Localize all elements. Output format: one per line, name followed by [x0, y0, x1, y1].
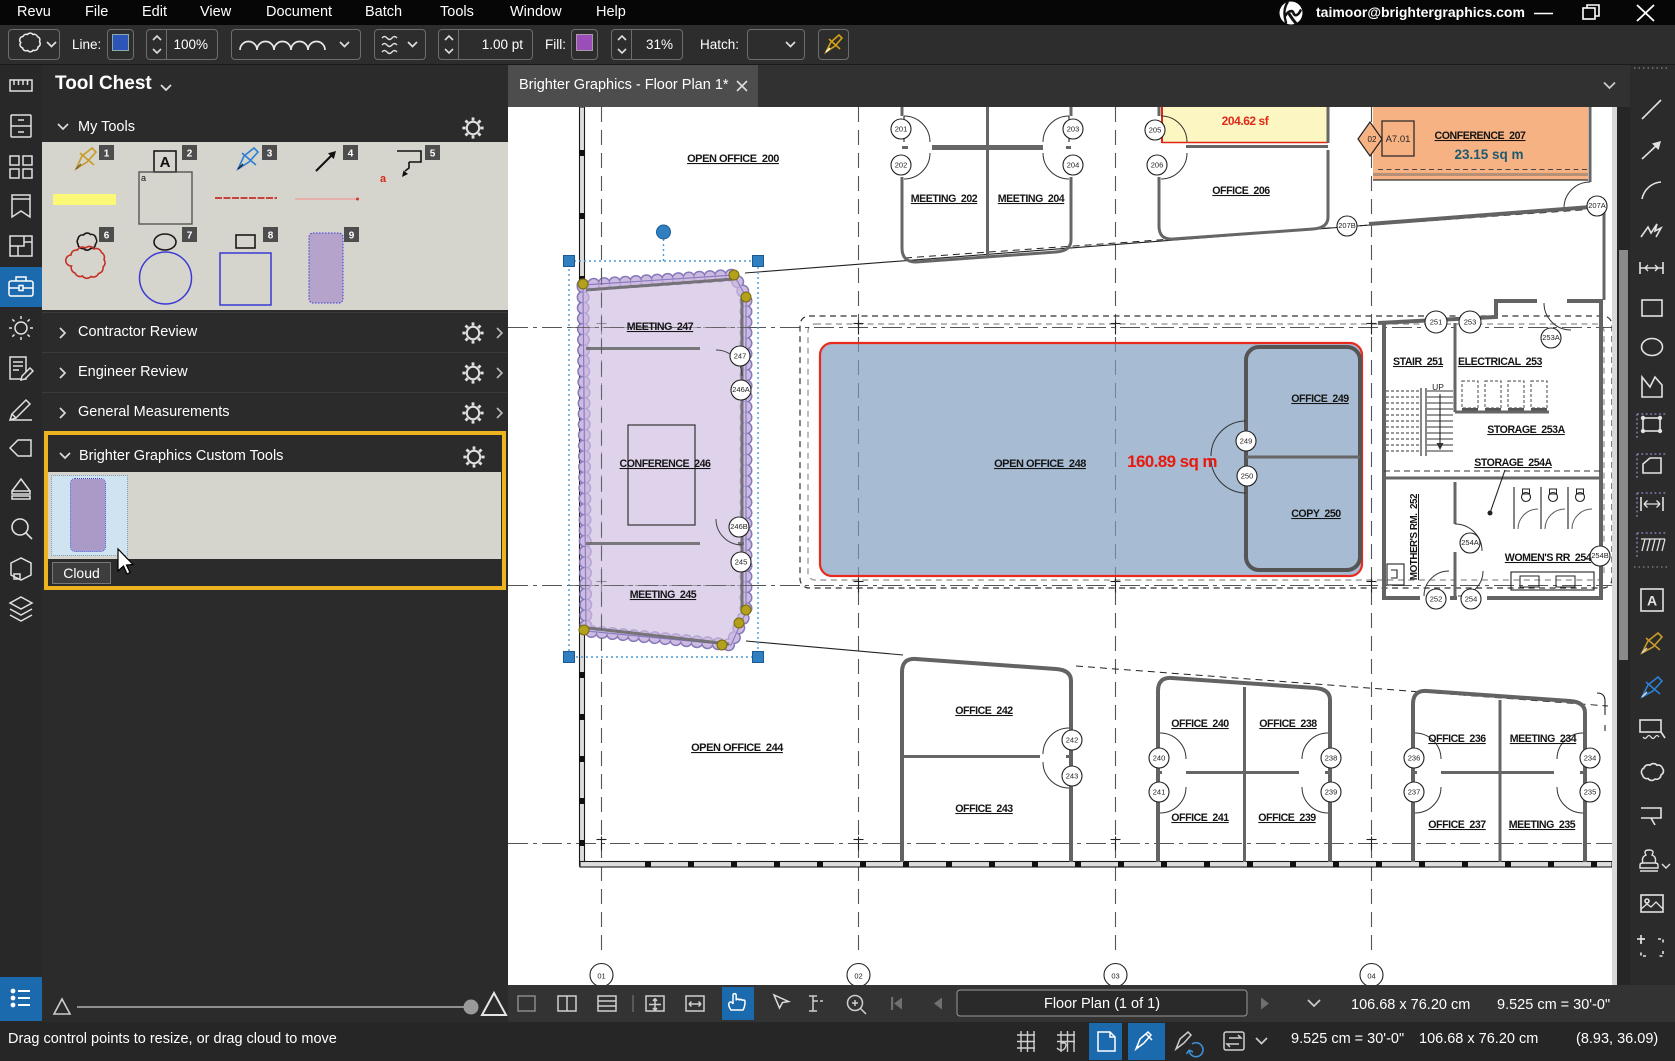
- svg-text:8: 8: [268, 231, 274, 242]
- svg-text:03: 03: [1111, 972, 1119, 981]
- svg-text:9.525 cm = 30'-0": 9.525 cm = 30'-0": [1497, 997, 1610, 1013]
- svg-text:OFFICE 239: OFFICE 239: [1258, 812, 1316, 824]
- svg-text:236: 236: [1408, 754, 1421, 763]
- svg-text:4: 4: [348, 149, 354, 160]
- svg-text:106.68 x 76.20 cm: 106.68 x 76.20 cm: [1351, 997, 1470, 1013]
- svg-text:OPEN OFFICE 244: OPEN OFFICE 244: [691, 742, 784, 754]
- svg-text:9: 9: [349, 231, 355, 242]
- svg-text:202: 202: [895, 161, 908, 170]
- svg-text:240: 240: [1153, 754, 1166, 763]
- svg-text:242: 242: [1066, 736, 1079, 745]
- svg-text:249: 249: [1240, 437, 1253, 446]
- svg-text:OFFICE 240: OFFICE 240: [1171, 718, 1229, 730]
- svg-text:239: 239: [1325, 788, 1338, 797]
- svg-text:1: 1: [104, 149, 110, 160]
- svg-text:A7.01: A7.01: [1386, 134, 1411, 145]
- svg-text:254A: 254A: [1461, 538, 1479, 547]
- svg-text:23.15 sq m: 23.15 sq m: [1454, 147, 1523, 162]
- svg-text:02: 02: [1368, 135, 1377, 144]
- svg-text:02: 02: [854, 972, 862, 981]
- svg-text:207B: 207B: [1338, 221, 1356, 230]
- svg-text:OFFICE 238: OFFICE 238: [1259, 718, 1317, 730]
- svg-text:STORAGE 253A: STORAGE 253A: [1487, 424, 1565, 436]
- svg-text:251: 251: [1430, 318, 1443, 327]
- svg-text:a: a: [380, 173, 387, 185]
- svg-text:A: A: [1647, 593, 1657, 609]
- svg-text:241: 241: [1153, 788, 1166, 797]
- svg-text:246A: 246A: [732, 385, 750, 394]
- svg-text:01: 01: [597, 972, 605, 981]
- svg-text:6: 6: [104, 231, 110, 242]
- svg-text:206: 206: [1151, 161, 1164, 170]
- svg-text:OFFICE 242: OFFICE 242: [955, 705, 1013, 717]
- svg-text:OFFICE 206: OFFICE 206: [1212, 185, 1270, 197]
- svg-text:253: 253: [1464, 318, 1477, 327]
- svg-text:ELECTRICAL 253: ELECTRICAL 253: [1458, 356, 1542, 368]
- svg-text:237: 237: [1408, 788, 1421, 797]
- svg-text:205: 205: [1149, 126, 1162, 135]
- svg-text:243: 243: [1066, 772, 1079, 781]
- svg-text:MEETING 247: MEETING 247: [627, 321, 694, 333]
- svg-text:A: A: [160, 154, 171, 171]
- svg-text:STAIR 251: STAIR 251: [1393, 356, 1444, 368]
- svg-text:252: 252: [1430, 595, 1443, 604]
- svg-text:2: 2: [187, 149, 193, 160]
- svg-text:OPEN OFFICE 200: OPEN OFFICE 200: [687, 153, 779, 165]
- svg-text:234: 234: [1584, 754, 1597, 763]
- svg-text:04: 04: [1367, 972, 1375, 981]
- svg-text:254B: 254B: [1591, 551, 1609, 560]
- svg-text:OPEN OFFICE 248: OPEN OFFICE 248: [994, 458, 1086, 470]
- svg-text:OFFICE 236: OFFICE 236: [1428, 733, 1486, 745]
- svg-text:253A: 253A: [1542, 333, 1560, 342]
- svg-text:5: 5: [430, 149, 436, 160]
- svg-text:Floor Plan (1 of 1): Floor Plan (1 of 1): [1044, 996, 1160, 1012]
- svg-text:246B: 246B: [730, 522, 748, 531]
- svg-text:238: 238: [1325, 754, 1338, 763]
- svg-text:COPY 250: COPY 250: [1291, 508, 1341, 520]
- svg-text:254: 254: [1465, 595, 1478, 604]
- svg-text:MOTHER'S RM. 252: MOTHER'S RM. 252: [1409, 493, 1420, 580]
- svg-text:a: a: [141, 173, 146, 183]
- svg-text:207A: 207A: [1588, 201, 1606, 210]
- svg-text:160.89 sq m: 160.89 sq m: [1127, 452, 1217, 471]
- svg-text:235: 235: [1584, 788, 1597, 797]
- svg-text:3: 3: [267, 149, 273, 160]
- svg-text:UP: UP: [1432, 382, 1444, 392]
- svg-text:OFFICE 241: OFFICE 241: [1171, 812, 1229, 824]
- svg-text:OFFICE 237: OFFICE 237: [1428, 819, 1486, 831]
- svg-text:CONFERENCE 207: CONFERENCE 207: [1435, 130, 1527, 142]
- svg-text:STORAGE 254A: STORAGE 254A: [1474, 457, 1552, 469]
- svg-text:OFFICE 243: OFFICE 243: [955, 803, 1013, 815]
- svg-text:201: 201: [895, 125, 908, 134]
- svg-text:250: 250: [1241, 472, 1254, 481]
- svg-text:203: 203: [1067, 125, 1080, 134]
- svg-text:204: 204: [1067, 161, 1080, 170]
- svg-text:204.62 sf: 204.62 sf: [1222, 114, 1270, 128]
- svg-text:CONFERENCE 246: CONFERENCE 246: [620, 458, 712, 470]
- svg-text:MEETING 235: MEETING 235: [1509, 819, 1576, 831]
- svg-text:MEETING 234: MEETING 234: [1510, 733, 1577, 745]
- svg-text:MEETING 202: MEETING 202: [911, 193, 978, 205]
- svg-text:7: 7: [187, 231, 193, 242]
- svg-text:MEETING 204: MEETING 204: [998, 193, 1065, 205]
- svg-text:WOMEN'S RR 254: WOMEN'S RR 254: [1505, 552, 1592, 564]
- svg-text:245: 245: [735, 558, 748, 567]
- svg-text:247: 247: [734, 352, 747, 361]
- svg-text:MEETING 245: MEETING 245: [630, 589, 697, 601]
- svg-text:OFFICE 249: OFFICE 249: [1291, 393, 1349, 405]
